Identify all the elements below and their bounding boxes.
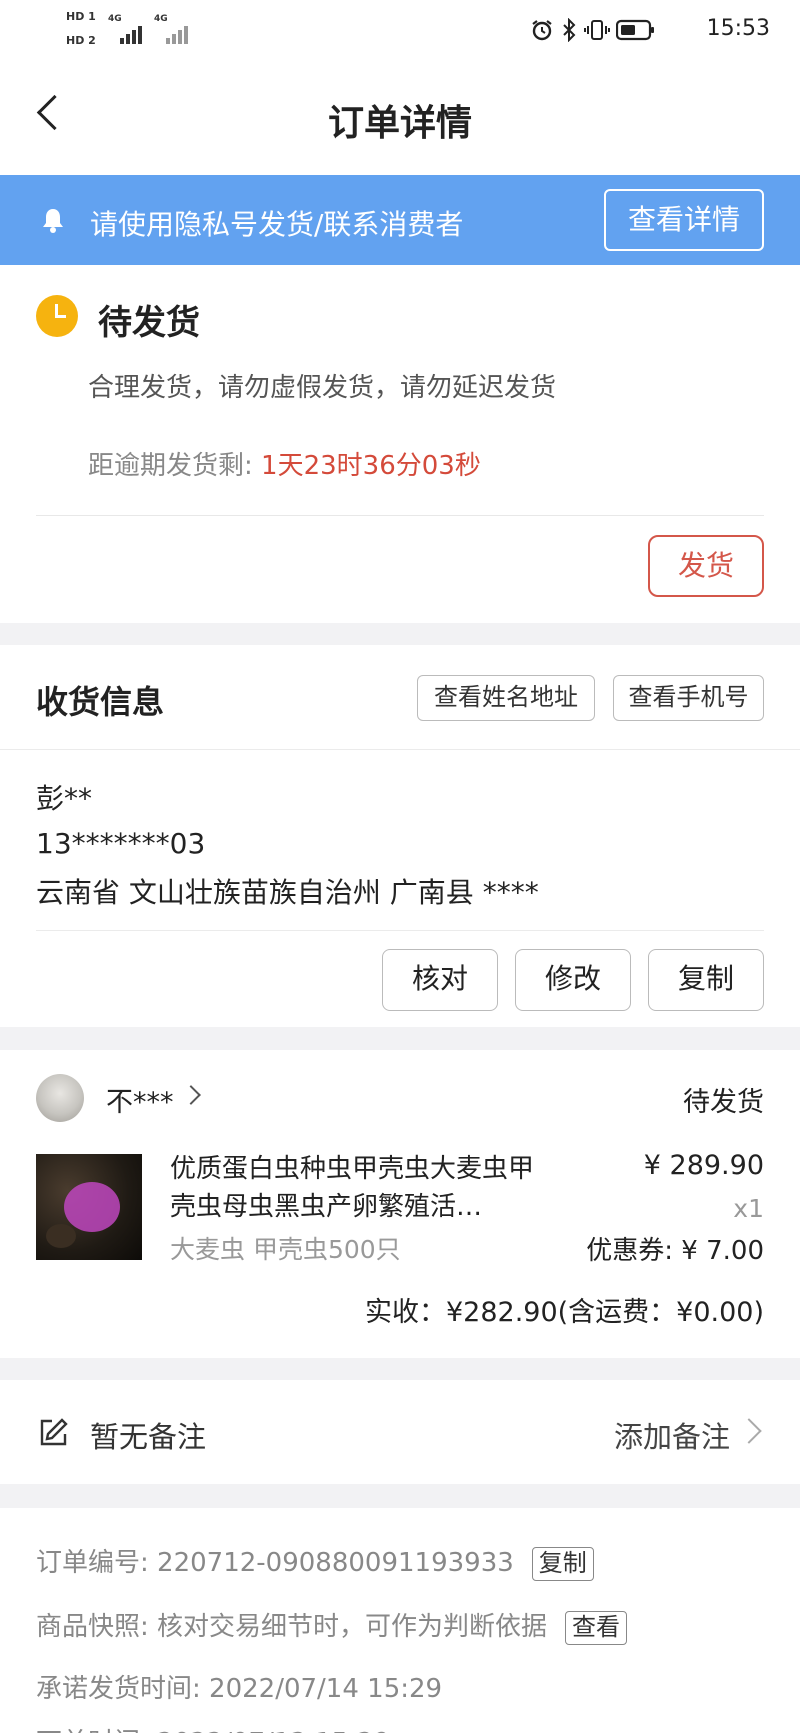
promised-time: 2022/07/14 15:29: [209, 1674, 443, 1704]
copy-order-number-button[interactable]: 复制: [531, 1546, 594, 1581]
product-name[interactable]: 优质蛋白虫种虫甲壳虫大麦虫甲壳虫母虫黑虫产卵繁殖活…: [170, 1150, 550, 1226]
receiver-name: 彭**: [36, 782, 93, 815]
order-info-card: 订单编号: 220712-090880091193933 复制 商品快照: 核对交…: [0, 1508, 800, 1733]
nav-bar: 订单详情: [0, 60, 800, 175]
receiver-address: 云南省 文山壮族苗族自治州 广南县 ****: [36, 876, 539, 909]
network-type-label: 4G: [154, 14, 168, 24]
divider: [36, 930, 764, 931]
snapshot-label: 商品快照:: [36, 1612, 158, 1642]
view-snapshot-button[interactable]: 查看: [565, 1610, 628, 1645]
battery-icon: [615, 18, 656, 47]
order-number-row: 订单编号: 220712-090880091193933 复制: [36, 1542, 594, 1581]
avatar[interactable]: [36, 1074, 84, 1122]
snapshot-row: 商品快照: 核对交易细节时，可作为判断依据 查看: [36, 1606, 628, 1645]
product-price: ¥ 289.90: [643, 1150, 764, 1181]
hd1-indicator: HD 1: [66, 10, 96, 23]
order-status-card: 待发货 合理发货，请勿虚假发货，请勿延迟发货 距逾期发货剩: 1天23时36分0…: [0, 265, 800, 623]
chevron-right-icon[interactable]: [181, 1085, 201, 1105]
check-address-button[interactable]: 核对: [382, 949, 498, 1011]
status-bar: HD 1 HD 2 4G 4G 15:53: [0, 0, 800, 60]
product-card: 不*** 待发货 优质蛋白虫种虫甲壳虫大麦虫甲壳虫母虫黑虫产卵繁殖活… 大麦虫 …: [0, 1050, 800, 1358]
countdown: 1天23时36分03秒: [261, 451, 481, 481]
view-phone-button[interactable]: 查看手机号: [613, 675, 764, 721]
privacy-notice-banner: 请使用隐私号发货/联系消费者 查看详情: [0, 175, 800, 265]
hd2-indicator: HD 2: [66, 34, 96, 47]
product-spec: 大麦虫 甲壳虫500只: [170, 1235, 401, 1264]
add-remark-button[interactable]: 添加备注: [614, 1414, 730, 1456]
page-title: 订单详情: [327, 103, 472, 144]
bell-icon: [43, 209, 63, 233]
remark-row[interactable]: 暂无备注 添加备注: [0, 1380, 800, 1484]
coupon-amount: 优惠券: ¥ 7.00: [586, 1236, 764, 1266]
signal-icon: 4G: [108, 14, 148, 44]
buyer-name[interactable]: 不***: [106, 1080, 174, 1119]
divider: [36, 515, 764, 516]
snapshot-text: 核对交易细节时，可作为判断依据: [157, 1612, 548, 1642]
alarm-icon: [530, 18, 554, 47]
status-description: 合理发货，请勿虚假发货，请勿延迟发货: [88, 373, 557, 403]
promised-ship-time-row: 承诺发货时间: 2022/07/14 15:29: [36, 1668, 442, 1705]
divider: [0, 749, 800, 750]
order-number-label: 订单编号:: [36, 1548, 158, 1578]
bluetooth-icon: [560, 17, 578, 47]
receiver-phone: 13*******03: [36, 827, 206, 860]
network-type-label: 4G: [108, 14, 122, 24]
view-name-address-button[interactable]: 查看姓名地址: [417, 675, 595, 721]
ship-button[interactable]: 发货: [648, 535, 764, 597]
order-number: 220712-090880091193933: [157, 1548, 514, 1578]
clock-icon: [36, 295, 78, 337]
order-time-row: 下单时间: 2022/07/12 15:29: [36, 1722, 390, 1733]
signal-icon: 4G: [154, 14, 194, 44]
status-icons: 15:53: [530, 12, 770, 48]
status-title: 待发货: [98, 303, 200, 343]
deadline-label: 距逾期发货剩:: [88, 451, 262, 481]
vibrate-icon: [584, 18, 610, 47]
edit-icon: [40, 1418, 68, 1446]
product-thumbnail[interactable]: [36, 1154, 142, 1260]
total-received: 实收：¥282.90(含运费：¥0.00): [364, 1297, 764, 1328]
edit-address-button[interactable]: 修改: [515, 949, 631, 1011]
remark-text: 暂无备注: [90, 1420, 207, 1454]
receiver-info-card: 收货信息 查看姓名地址 查看手机号 彭** 13*******03 云南省 文山…: [0, 645, 800, 1027]
clock-time: 15:53: [706, 16, 770, 41]
chevron-right-icon[interactable]: [736, 1418, 762, 1444]
shipping-deadline: 距逾期发货剩: 1天23时36分03秒: [88, 445, 481, 482]
view-details-button[interactable]: 查看详情: [604, 189, 764, 251]
notice-text: 请使用隐私号发货/联系消费者: [90, 208, 464, 241]
order-state-label: 待发货: [683, 1087, 764, 1118]
product-quantity: x1: [733, 1194, 764, 1223]
promised-time-label: 承诺发货时间:: [36, 1674, 210, 1704]
copy-address-button[interactable]: 复制: [648, 949, 764, 1011]
receiver-title: 收货信息: [36, 683, 165, 721]
